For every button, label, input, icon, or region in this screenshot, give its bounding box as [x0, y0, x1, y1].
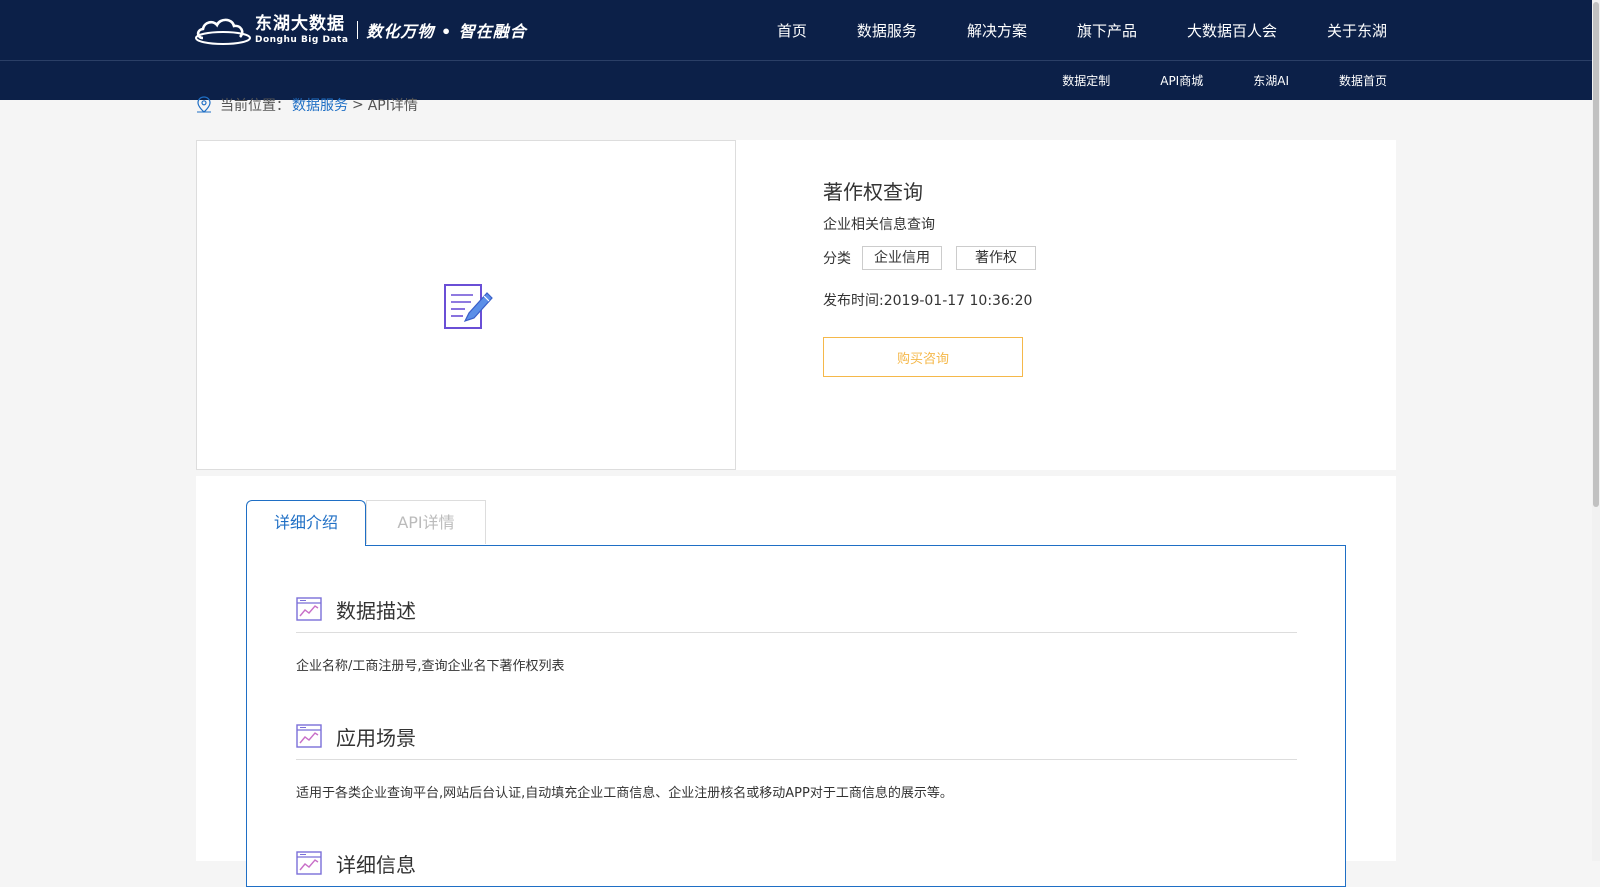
tab-api-detail[interactable]: API详情	[366, 500, 486, 544]
section-title: 数据描述	[336, 598, 416, 623]
top-header: 东湖大数据 Donghu Big Data 数化万物 • 智在融合 首页 数据服…	[0, 0, 1592, 61]
product-image	[196, 140, 736, 470]
buy-consult-button[interactable]: 购买咨询	[823, 337, 1023, 377]
product-summary: 著作权查询 企业相关信息查询 分类 企业信用 著作权 发布时间:2019-01-…	[196, 140, 1396, 470]
section-title: 应用场景	[336, 725, 416, 750]
chart-window-icon	[296, 724, 322, 748]
breadcrumb-link-data-services[interactable]: 数据服务	[292, 95, 348, 115]
logo[interactable]: 东湖大数据 Donghu Big Data 数化万物 • 智在融合	[195, 13, 527, 47]
category-tag-enterprise-credit[interactable]: 企业信用	[862, 246, 942, 270]
document-edit-icon	[444, 284, 493, 329]
product-title: 著作权查询	[823, 180, 923, 204]
sub-nav: 数据定制 API商城 东湖AI 数据首页	[1062, 61, 1387, 100]
logo-english-name: Donghu Big Data	[255, 34, 349, 45]
section-body: 适用于各类企业查询平台,网站后台认证,自动填充企业工商信息、企业注册核名或移动A…	[296, 786, 953, 801]
cloud-logo-icon	[195, 18, 251, 45]
page-scrollbar[interactable]	[1592, 0, 1600, 861]
breadcrumb-prefix: 当前位置：	[220, 98, 290, 114]
publish-time: 发布时间:2019-01-17 10:36:20	[823, 293, 1033, 309]
breadcrumb-current: API详情	[367, 98, 418, 114]
section-application-scenarios: 应用场景 适用于各类企业查询平台,网站后台认证,自动填充企业工商信息、企业注册核…	[296, 722, 1297, 801]
section-detailed-info: 详细信息	[296, 849, 1297, 877]
subnav-data-home[interactable]: 数据首页	[1339, 72, 1387, 89]
nav-bigdata-club[interactable]: 大数据百人会	[1187, 20, 1277, 41]
nav-solutions[interactable]: 解决方案	[967, 20, 1027, 41]
detail-tabs-area: 详细介绍 API详情 数据描述 企业名称/工商注册号,查询企业名下著作权列表 应…	[196, 476, 1396, 887]
main-nav: 首页 数据服务 解决方案 旗下产品 大数据百人会 关于东湖	[777, 0, 1387, 60]
breadcrumb: 当前位置： 数据服务 > API详情	[196, 96, 418, 114]
location-pin-icon	[197, 96, 211, 113]
detail-panel: 数据描述 企业名称/工商注册号,查询企业名下著作权列表 应用场景 适用于各类企业…	[246, 545, 1346, 887]
section-body: 企业名称/工商注册号,查询企业名下著作权列表	[296, 659, 565, 674]
product-subtitle: 企业相关信息查询	[823, 217, 935, 233]
chart-window-icon	[296, 597, 322, 621]
category-row: 分类 企业信用 著作权	[823, 246, 1036, 270]
tab-detail-intro[interactable]: 详细介绍	[246, 500, 366, 546]
logo-slogan: 数化万物 • 智在融合	[366, 22, 527, 41]
section-data-description: 数据描述 企业名称/工商注册号,查询企业名下著作权列表	[296, 595, 1297, 674]
logo-divider	[357, 21, 359, 39]
category-tag-copyright[interactable]: 著作权	[956, 246, 1036, 270]
nav-home[interactable]: 首页	[777, 20, 807, 41]
nav-products[interactable]: 旗下产品	[1077, 20, 1137, 41]
nav-about[interactable]: 关于东湖	[1327, 20, 1387, 41]
subnav-data-customization[interactable]: 数据定制	[1062, 72, 1110, 89]
chart-window-icon	[296, 851, 322, 875]
subnav-api-store[interactable]: API商城	[1160, 72, 1203, 89]
breadcrumb-separator: >	[352, 97, 364, 113]
scrollbar-thumb[interactable]	[1593, 2, 1599, 507]
nav-data-services[interactable]: 数据服务	[857, 20, 917, 41]
section-title: 详细信息	[336, 852, 416, 877]
category-label: 分类	[823, 251, 851, 267]
subnav-donghu-ai[interactable]: 东湖AI	[1253, 72, 1289, 89]
section-divider	[296, 632, 1297, 633]
logo-chinese-name: 东湖大数据	[255, 13, 345, 34]
section-divider	[296, 759, 1297, 760]
